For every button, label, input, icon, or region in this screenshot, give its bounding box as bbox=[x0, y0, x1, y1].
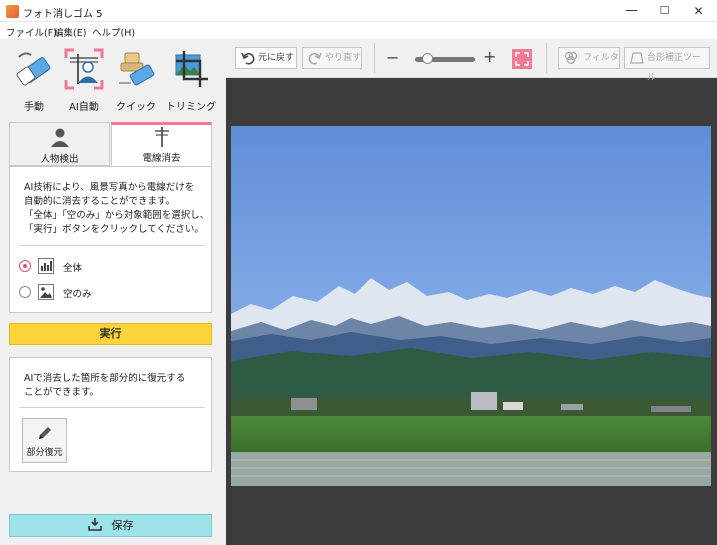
photo-canvas[interactable] bbox=[231, 126, 711, 486]
toolbar-separator-2 bbox=[546, 43, 547, 73]
title-bar: フォト消しゴム 5 — ☐ ✕ bbox=[0, 0, 717, 22]
undo-button[interactable]: 元に戻す bbox=[235, 47, 297, 69]
undo-label: 元に戻す bbox=[258, 53, 295, 63]
tab-wire-removal-label: 電線消去 bbox=[142, 153, 181, 164]
zoom-out-button[interactable]: − bbox=[386, 48, 399, 67]
tool-trimming[interactable]: トリミング bbox=[163, 47, 219, 113]
power-pole-icon bbox=[155, 127, 169, 147]
tool-quick[interactable]: クイック bbox=[111, 47, 161, 113]
partial-restore-label: 部分復元 bbox=[26, 448, 63, 458]
restore-description: AIで消去した箇所を部分的に復元する ことができます。 bbox=[24, 373, 186, 398]
stamp-eraser-icon bbox=[119, 52, 155, 86]
scope-sky-label: 空のみ bbox=[63, 289, 92, 300]
filter-icon bbox=[564, 51, 578, 65]
partial-restore-button[interactable]: 部分復元 bbox=[22, 418, 67, 463]
tool-manual[interactable]: 手動 bbox=[9, 47, 59, 113]
tool-manual-label: 手動 bbox=[24, 102, 44, 113]
menu-file[interactable]: ファイル(F) bbox=[6, 25, 57, 39]
menu-edit[interactable]: 編集(E) bbox=[54, 25, 86, 39]
tool-ai-auto-label: AI自動 bbox=[69, 102, 99, 113]
canvas-area: 元に戻す やり直す − + フィルタ 台形補正ツール bbox=[226, 39, 717, 545]
filter-label: フィルタ bbox=[583, 53, 619, 63]
wire-removal-panel: AI技術により、風景写真から電線だけを 自動的に消去することができます。 「全体… bbox=[9, 166, 212, 313]
save-label: 保存 bbox=[111, 519, 134, 532]
zoom-slider-knob[interactable] bbox=[422, 53, 433, 64]
fit-to-window-button[interactable] bbox=[512, 49, 532, 69]
keystone-icon bbox=[630, 52, 644, 64]
minimize-button[interactable]: — bbox=[615, 0, 648, 22]
tab-wire-removal[interactable]: 電線消去 bbox=[111, 122, 212, 166]
redo-label: やり直す bbox=[325, 53, 362, 63]
app-logo-icon bbox=[6, 5, 19, 18]
restore-divider bbox=[19, 407, 205, 408]
scope-all-radio[interactable] bbox=[19, 260, 31, 272]
toolbar: 元に戻す やり直す − + フィルタ 台形補正ツール bbox=[226, 39, 717, 83]
redo-button[interactable]: やり直す bbox=[302, 47, 362, 69]
person-icon bbox=[51, 128, 69, 147]
run-button[interactable]: 実行 bbox=[9, 323, 212, 345]
mountain-landscape-image bbox=[231, 126, 711, 486]
menu-help[interactable]: ヘルプ(H) bbox=[92, 25, 135, 39]
crop-icon bbox=[175, 51, 208, 87]
tool-ai-auto[interactable]: AI自動 bbox=[59, 47, 109, 113]
mode-tabs: 人物検出 電線消去 bbox=[9, 122, 212, 166]
panel-divider bbox=[19, 245, 205, 246]
scope-sky-radio[interactable] bbox=[19, 286, 31, 298]
pencil-icon bbox=[39, 427, 51, 439]
partial-restore-panel: AIで消去した箇所を部分的に復元する ことができます。 部分復元 bbox=[9, 357, 212, 472]
zoom-in-button[interactable]: + bbox=[483, 47, 496, 66]
download-icon bbox=[87, 518, 102, 531]
maximize-button[interactable]: ☐ bbox=[648, 0, 681, 22]
fit-screen-icon bbox=[515, 52, 529, 66]
save-button[interactable]: 保存 bbox=[9, 514, 212, 537]
tab-person-detect[interactable]: 人物検出 bbox=[9, 122, 110, 166]
filter-button[interactable]: フィルタ bbox=[558, 47, 620, 69]
close-button[interactable]: ✕ bbox=[682, 0, 715, 22]
landscape-icon bbox=[38, 284, 54, 300]
keystone-button[interactable]: 台形補正ツール bbox=[624, 47, 710, 83]
tab-person-detect-label: 人物検出 bbox=[40, 154, 79, 165]
tool-trimming-label: トリミング bbox=[166, 102, 216, 113]
scope-all-label: 全体 bbox=[63, 263, 83, 274]
redo-icon bbox=[308, 52, 322, 65]
sidebar: 手動 AI自動 クイック トリミング 人物検出 電線消去 AI技術により、風景写… bbox=[0, 39, 226, 545]
toolbar-separator bbox=[374, 43, 375, 73]
eraser-icon bbox=[16, 52, 51, 86]
ai-person-icon bbox=[64, 48, 104, 90]
menu-bar: ファイル(F) 編集(E) ヘルプ(H) bbox=[0, 22, 717, 39]
tool-quick-label: クイック bbox=[116, 102, 156, 113]
undo-icon bbox=[241, 52, 255, 65]
window-title: フォト消しゴム 5 bbox=[23, 9, 103, 20]
wire-removal-description: AI技術により、風景写真から電線だけを 自動的に消去することができます。 「全体… bbox=[24, 182, 210, 235]
chart-icon bbox=[38, 258, 54, 274]
keystone-label: 台形補正ツール bbox=[647, 53, 702, 83]
